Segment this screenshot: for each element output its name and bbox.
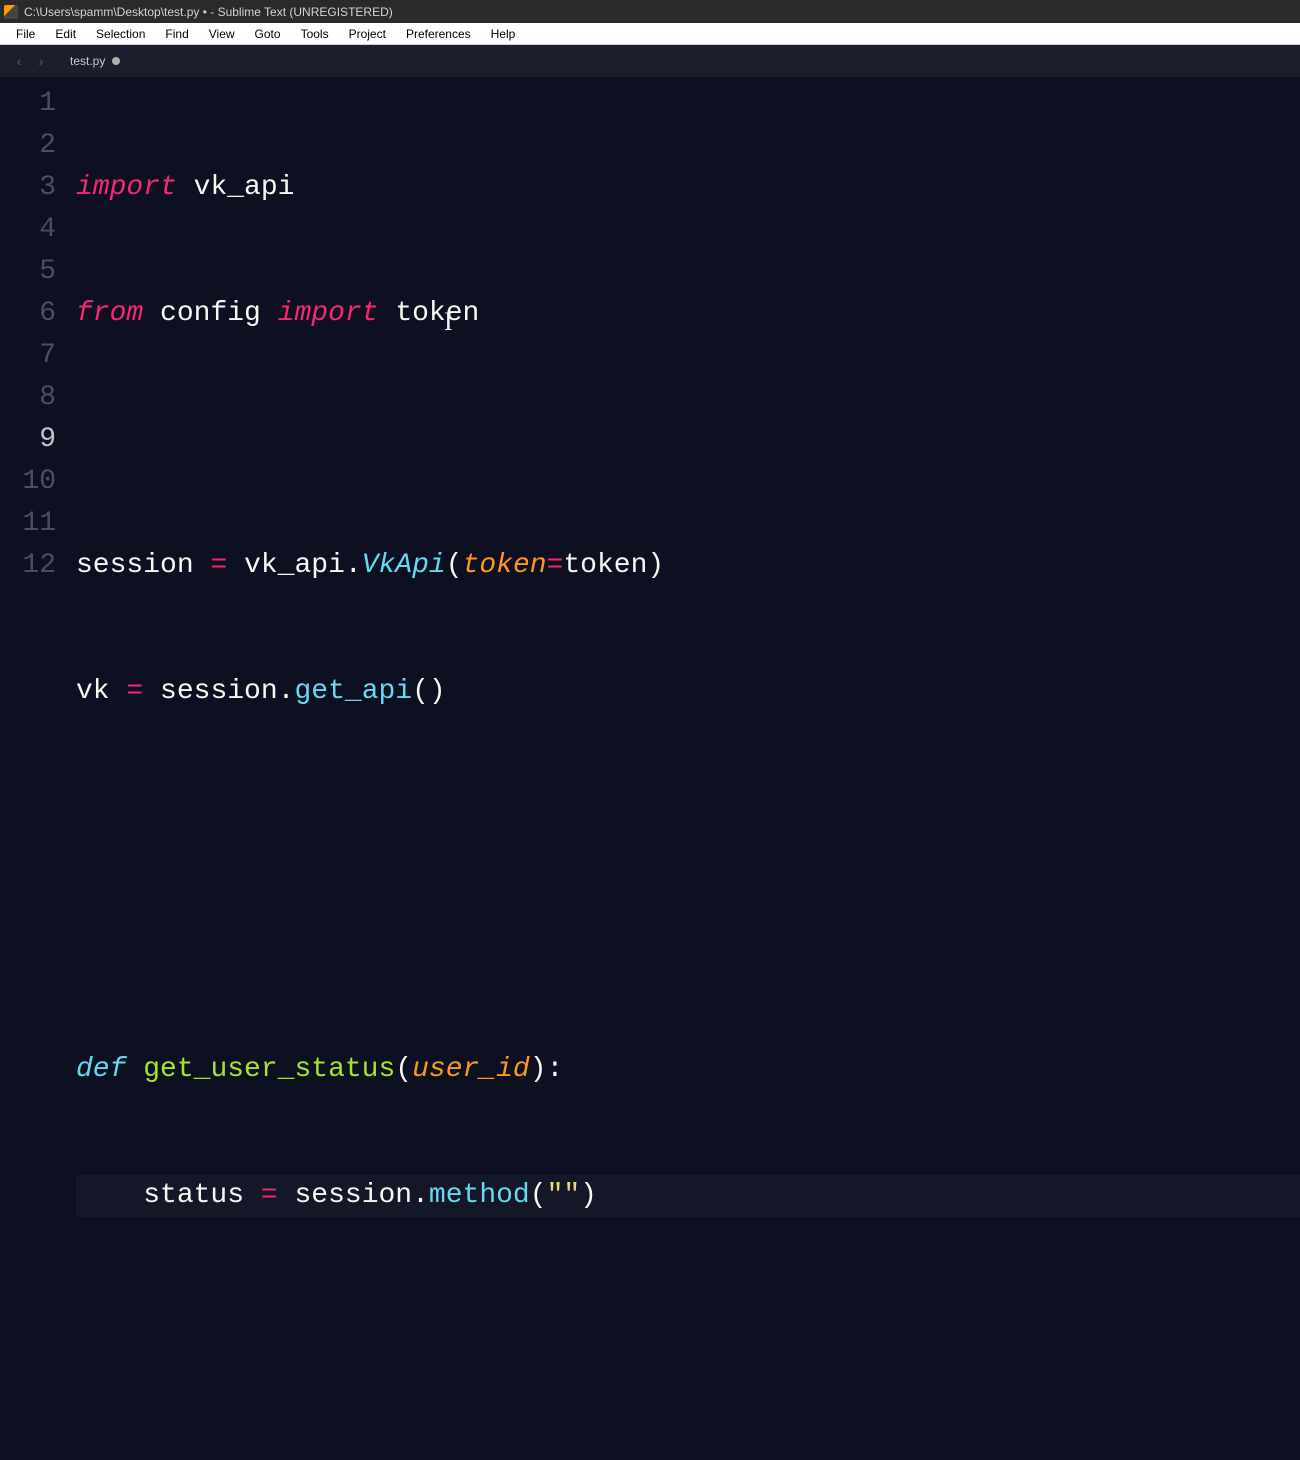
menu-edit[interactable]: Edit xyxy=(45,25,86,43)
gutter-line: 6 xyxy=(0,293,56,335)
window-titlebar: C:\Users\spamm\Desktop\test.py • - Subli… xyxy=(0,0,1300,23)
menu-goto[interactable]: Goto xyxy=(245,25,291,43)
nav-forward-icon[interactable]: › xyxy=(30,50,52,72)
code-editor[interactable]: 1 2 3 4 5 6 7 8 9 10 11 12 import vk_api… xyxy=(0,77,1300,730)
code-line xyxy=(76,1427,1300,1460)
tab-test-py[interactable]: test.py xyxy=(60,45,130,77)
code-line: from config import token xyxy=(76,293,1300,335)
line-gutter: 1 2 3 4 5 6 7 8 9 10 11 12 xyxy=(0,77,76,730)
gutter-line: 5 xyxy=(0,251,56,293)
menu-preferences[interactable]: Preferences xyxy=(396,25,481,43)
code-line: vk = session.get_api() xyxy=(76,671,1300,713)
gutter-line: 8 xyxy=(0,377,56,419)
tab-label: test.py xyxy=(70,54,105,68)
code-line xyxy=(76,1301,1300,1343)
menu-file[interactable]: File xyxy=(6,25,45,43)
code-line: session = vk_api.VkApi(token=token) xyxy=(76,545,1300,587)
code-area[interactable]: import vk_api from config import token s… xyxy=(76,77,1300,730)
code-line: def get_user_status(user_id): xyxy=(76,1049,1300,1091)
code-line-current: status = session.method("") xyxy=(76,1175,1300,1217)
menu-selection[interactable]: Selection xyxy=(86,25,155,43)
gutter-line: 2 xyxy=(0,125,56,167)
menu-tools[interactable]: Tools xyxy=(291,25,339,43)
gutter-line: 1 xyxy=(0,83,56,125)
code-line: import vk_api xyxy=(76,167,1300,209)
menu-find[interactable]: Find xyxy=(155,25,198,43)
code-line xyxy=(76,923,1300,965)
gutter-line: 3 xyxy=(0,167,56,209)
gutter-line: 12 xyxy=(0,545,56,587)
tab-dirty-indicator-icon xyxy=(112,57,120,65)
menu-bar: File Edit Selection Find View Goto Tools… xyxy=(0,23,1300,45)
code-line xyxy=(76,797,1300,839)
gutter-line-current: 9 xyxy=(0,419,56,461)
app-icon xyxy=(4,5,18,19)
gutter-line: 7 xyxy=(0,335,56,377)
menu-help[interactable]: Help xyxy=(481,25,526,43)
tab-bar: ‹ › test.py xyxy=(0,45,1300,77)
gutter-line: 10 xyxy=(0,461,56,503)
menu-view[interactable]: View xyxy=(199,25,245,43)
window-title: C:\Users\spamm\Desktop\test.py • - Subli… xyxy=(24,5,393,19)
code-line xyxy=(76,419,1300,461)
menu-project[interactable]: Project xyxy=(339,25,396,43)
gutter-line: 4 xyxy=(0,209,56,251)
nav-back-icon[interactable]: ‹ xyxy=(8,50,30,72)
gutter-line: 11 xyxy=(0,503,56,545)
